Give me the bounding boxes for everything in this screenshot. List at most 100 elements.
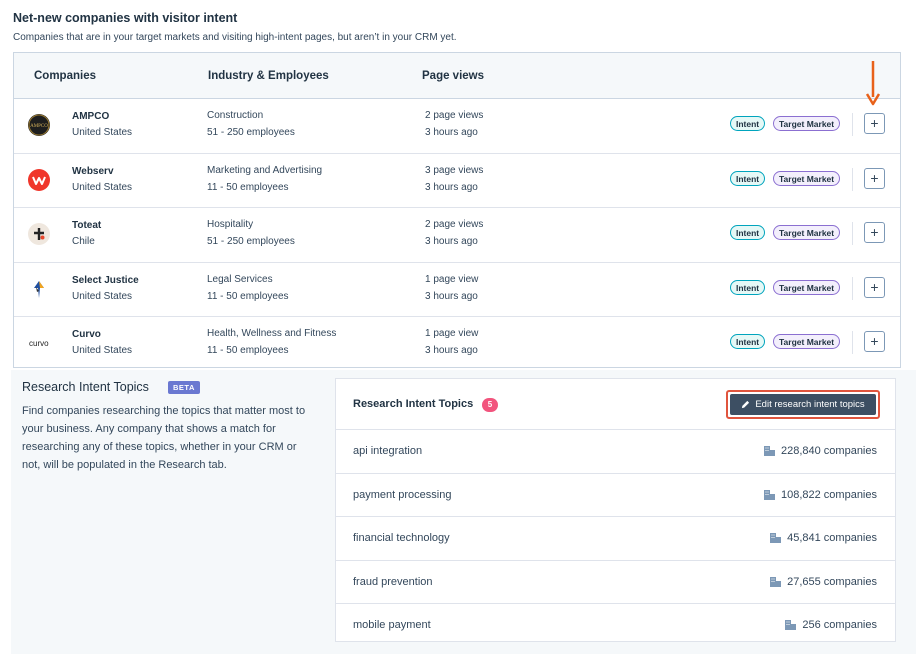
beta-badge: BETA (168, 381, 200, 394)
add-company-button[interactable]: + (864, 222, 885, 243)
divider (852, 167, 853, 191)
company-count: 108,822 companies (780, 488, 877, 501)
table-row[interactable]: Webserv United States Marketing and Adve… (14, 154, 900, 208)
table-row[interactable]: Select Justice United States Legal Servi… (14, 263, 900, 317)
company-name[interactable]: Select Justice (72, 275, 139, 286)
curvo-logo-icon: curvo (28, 332, 50, 354)
company-industry: Hospitality (207, 219, 254, 230)
divider (852, 331, 853, 354)
topic-count: 228,840 companies (763, 445, 877, 457)
edit-button-label: Edit research intent topics (755, 399, 865, 410)
intent-tag: Intent (730, 279, 766, 295)
list-item[interactable]: api integration 228,840 companies (336, 430, 895, 474)
table-header: Companies Industry & Employees Page view… (14, 53, 900, 99)
company-country: United States (72, 290, 133, 302)
last-seen: 3 hours ago (425, 290, 478, 302)
research-intent-title: Research Intent Topics (22, 380, 149, 394)
company-country: Chile (72, 236, 95, 247)
topics-count-badge: 5 (482, 398, 498, 412)
company-count: 228,840 companies (780, 445, 877, 457)
table-row[interactable]: AMPCO AMPCO United States Construction 5… (14, 99, 900, 154)
list-item[interactable]: fraud prevention 27,655 companies (336, 561, 895, 604)
add-company-button[interactable]: + (864, 167, 885, 189)
topic-name: payment processing (353, 488, 452, 501)
page-views: 1 page view (425, 328, 479, 339)
column-header-industry[interactable]: Industry & Employees (208, 70, 329, 82)
ampco-logo-icon: AMPCO (28, 114, 50, 136)
pencil-icon (742, 400, 750, 409)
building-icon (770, 576, 782, 587)
add-company-button[interactable]: + (864, 331, 885, 352)
building-icon (785, 620, 797, 630)
page-views: 2 page views (425, 110, 484, 121)
card-title: Research Intent Topics (353, 398, 474, 410)
curvo-logo-text: curvo (29, 339, 49, 348)
ampco-logo-text: AMPCO (30, 124, 48, 129)
company-employees: 11 - 50 employees (207, 345, 289, 356)
company-employees: 51 - 250 employees (207, 127, 295, 138)
column-header-companies[interactable]: Companies (34, 70, 96, 82)
divider (852, 222, 853, 245)
topic-count: 45,841 companies (770, 532, 877, 544)
target-market-tag: Target Market (773, 170, 841, 186)
company-industry: Marketing and Advertising (207, 164, 323, 176)
topic-name: api integration (353, 445, 423, 457)
list-item[interactable]: financial technology 45,841 companies (336, 517, 895, 561)
intent-tag: Intent (730, 170, 766, 186)
target-market-tag: Target Market (773, 116, 841, 131)
building-icon (763, 446, 775, 456)
page-views: 1 page view (425, 273, 479, 285)
topic-name: financial technology (353, 532, 450, 544)
company-industry: Construction (207, 110, 264, 121)
last-seen: 3 hours ago (425, 345, 478, 356)
research-topics-card: Research Intent Topics 5 Edit research i… (335, 378, 896, 642)
company-industry: Health, Wellness and Fitness (207, 328, 337, 339)
company-name[interactable]: Curvo (72, 329, 101, 340)
list-item[interactable]: payment processing 108,822 companies (336, 474, 895, 517)
edit-research-topics-button[interactable]: Edit research intent topics (730, 394, 876, 415)
section-subtitle: Companies that are in your target market… (13, 32, 457, 43)
edit-button-highlight: Edit research intent topics (726, 390, 880, 419)
building-icon (763, 489, 775, 500)
intent-tag: Intent (730, 334, 766, 349)
table-row[interactable]: Toteat Chile Hospitality 51 - 250 employ… (14, 208, 900, 263)
intent-tag: Intent (730, 116, 766, 131)
company-country: United States (72, 345, 133, 356)
company-name[interactable]: Webserv (72, 166, 114, 177)
research-intent-description: Find companies researching the topics th… (22, 405, 306, 471)
last-seen: 3 hours ago (425, 181, 478, 193)
company-name[interactable]: AMPCO (72, 111, 109, 122)
divider (852, 276, 853, 300)
target-market-tag: Target Market (773, 225, 841, 240)
section-title: Net-new companies with visitor intent (13, 11, 238, 25)
webserv-logo-icon (28, 168, 50, 191)
topic-name: mobile payment (353, 619, 431, 631)
topic-count: 27,655 companies (770, 576, 877, 588)
card-header: Research Intent Topics 5 Edit research i… (336, 379, 895, 430)
topic-name: fraud prevention (353, 575, 433, 588)
target-market-tag: Target Market (773, 279, 841, 295)
company-count: 27,655 companies (787, 575, 877, 588)
company-name[interactable]: Toteat (72, 220, 101, 231)
building-icon (770, 533, 782, 543)
company-employees: 11 - 50 employees (207, 181, 289, 193)
page-views: 2 page views (425, 219, 484, 230)
company-count: 45,841 companies (787, 532, 877, 544)
company-employees: 11 - 50 employees (207, 290, 289, 302)
table-row[interactable]: curvo Curvo United States Health, Wellne… (14, 317, 900, 371)
company-employees: 51 - 250 employees (207, 236, 295, 247)
topic-count: 256 companies (785, 619, 877, 631)
add-company-button[interactable]: + (864, 113, 885, 134)
company-count: 256 companies (802, 619, 877, 631)
intent-tag: Intent (730, 225, 766, 240)
add-company-button[interactable]: + (864, 276, 885, 298)
target-market-tag: Target Market (773, 334, 841, 349)
company-country: United States (72, 127, 133, 138)
topic-count: 108,822 companies (763, 488, 877, 501)
divider (852, 113, 853, 136)
last-seen: 3 hours ago (425, 127, 478, 138)
company-industry: Legal Services (207, 273, 273, 285)
column-header-page-views[interactable]: Page views (422, 70, 484, 82)
list-item[interactable]: mobile payment 256 companies (336, 604, 895, 647)
company-country: United States (72, 181, 133, 193)
